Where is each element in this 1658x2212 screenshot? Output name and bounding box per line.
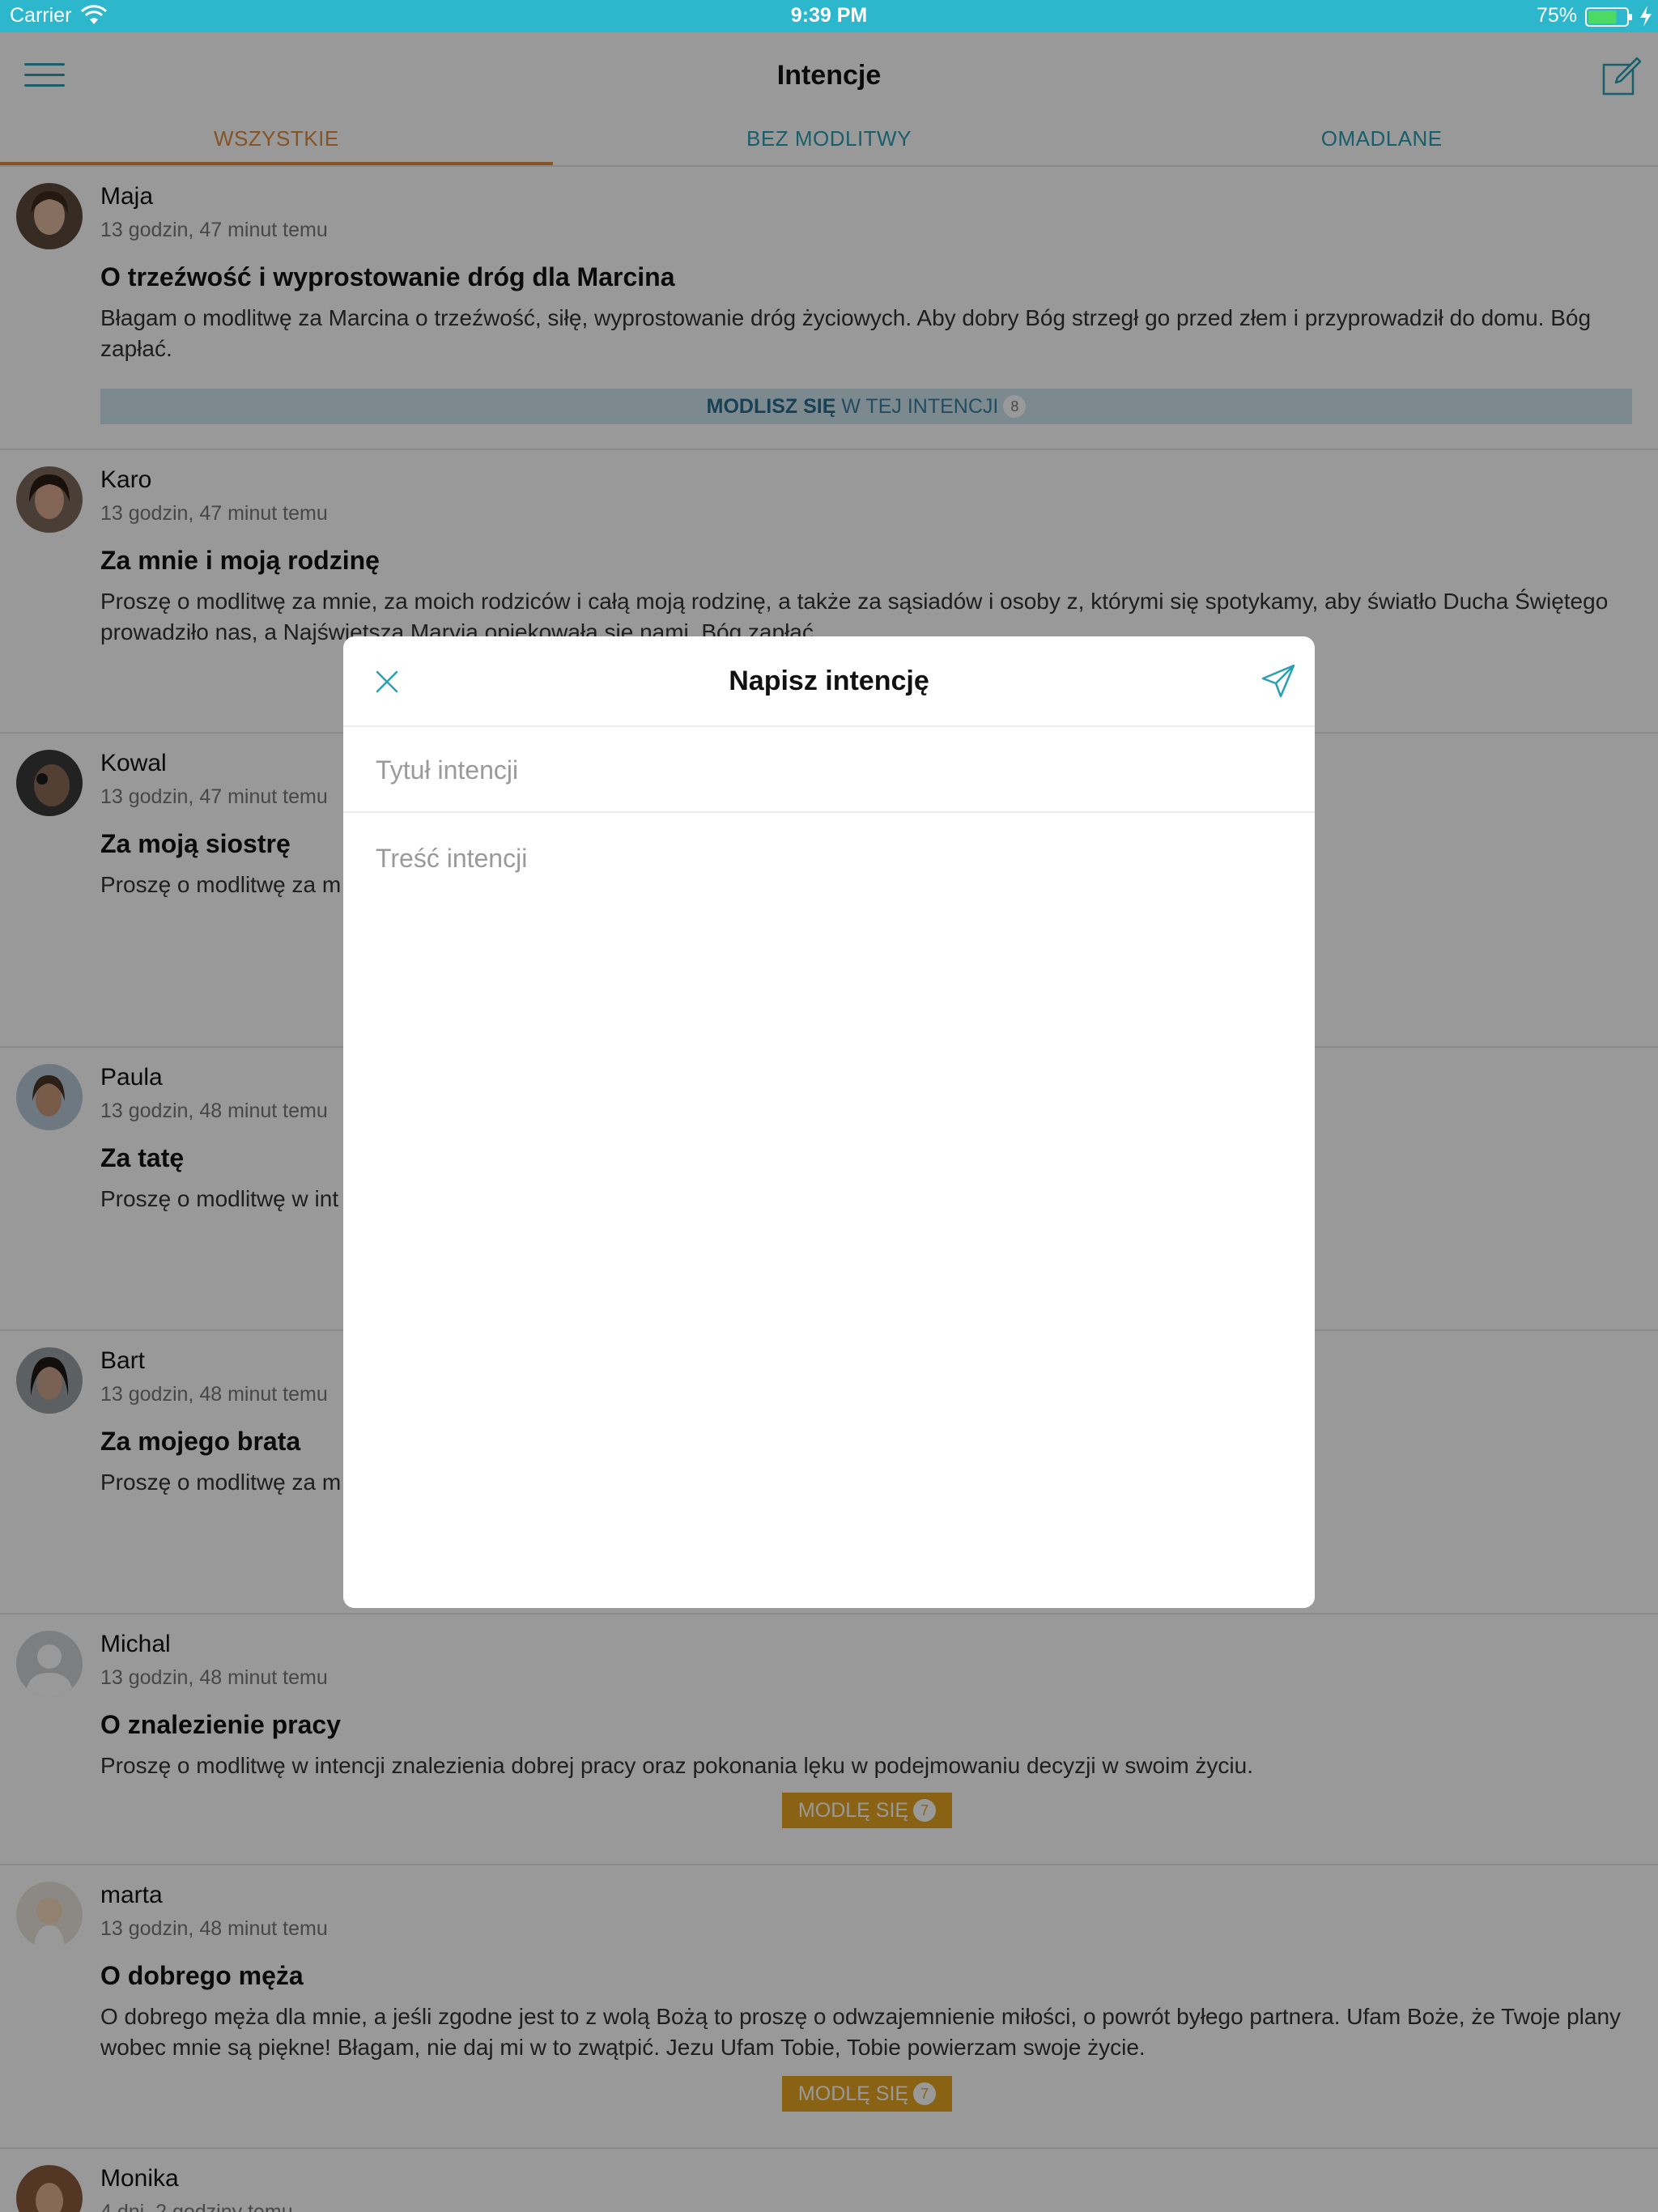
intention-body-textarea[interactable] [343, 815, 1315, 1608]
compose-intention-modal: Napisz intencję [343, 636, 1315, 1608]
intention-title-input[interactable] [343, 729, 1315, 813]
status-bar: Carrier 9:39 PM 75% [0, 0, 1658, 32]
charging-bolt-icon [1640, 6, 1652, 27]
clock: 9:39 PM [790, 4, 868, 27]
send-icon[interactable] [1260, 662, 1297, 700]
modal-header: Napisz intencję [343, 636, 1315, 727]
battery-percent: 75% [1536, 4, 1577, 27]
modal-title: Napisz intencję [729, 666, 929, 696]
battery-icon [1585, 7, 1632, 27]
